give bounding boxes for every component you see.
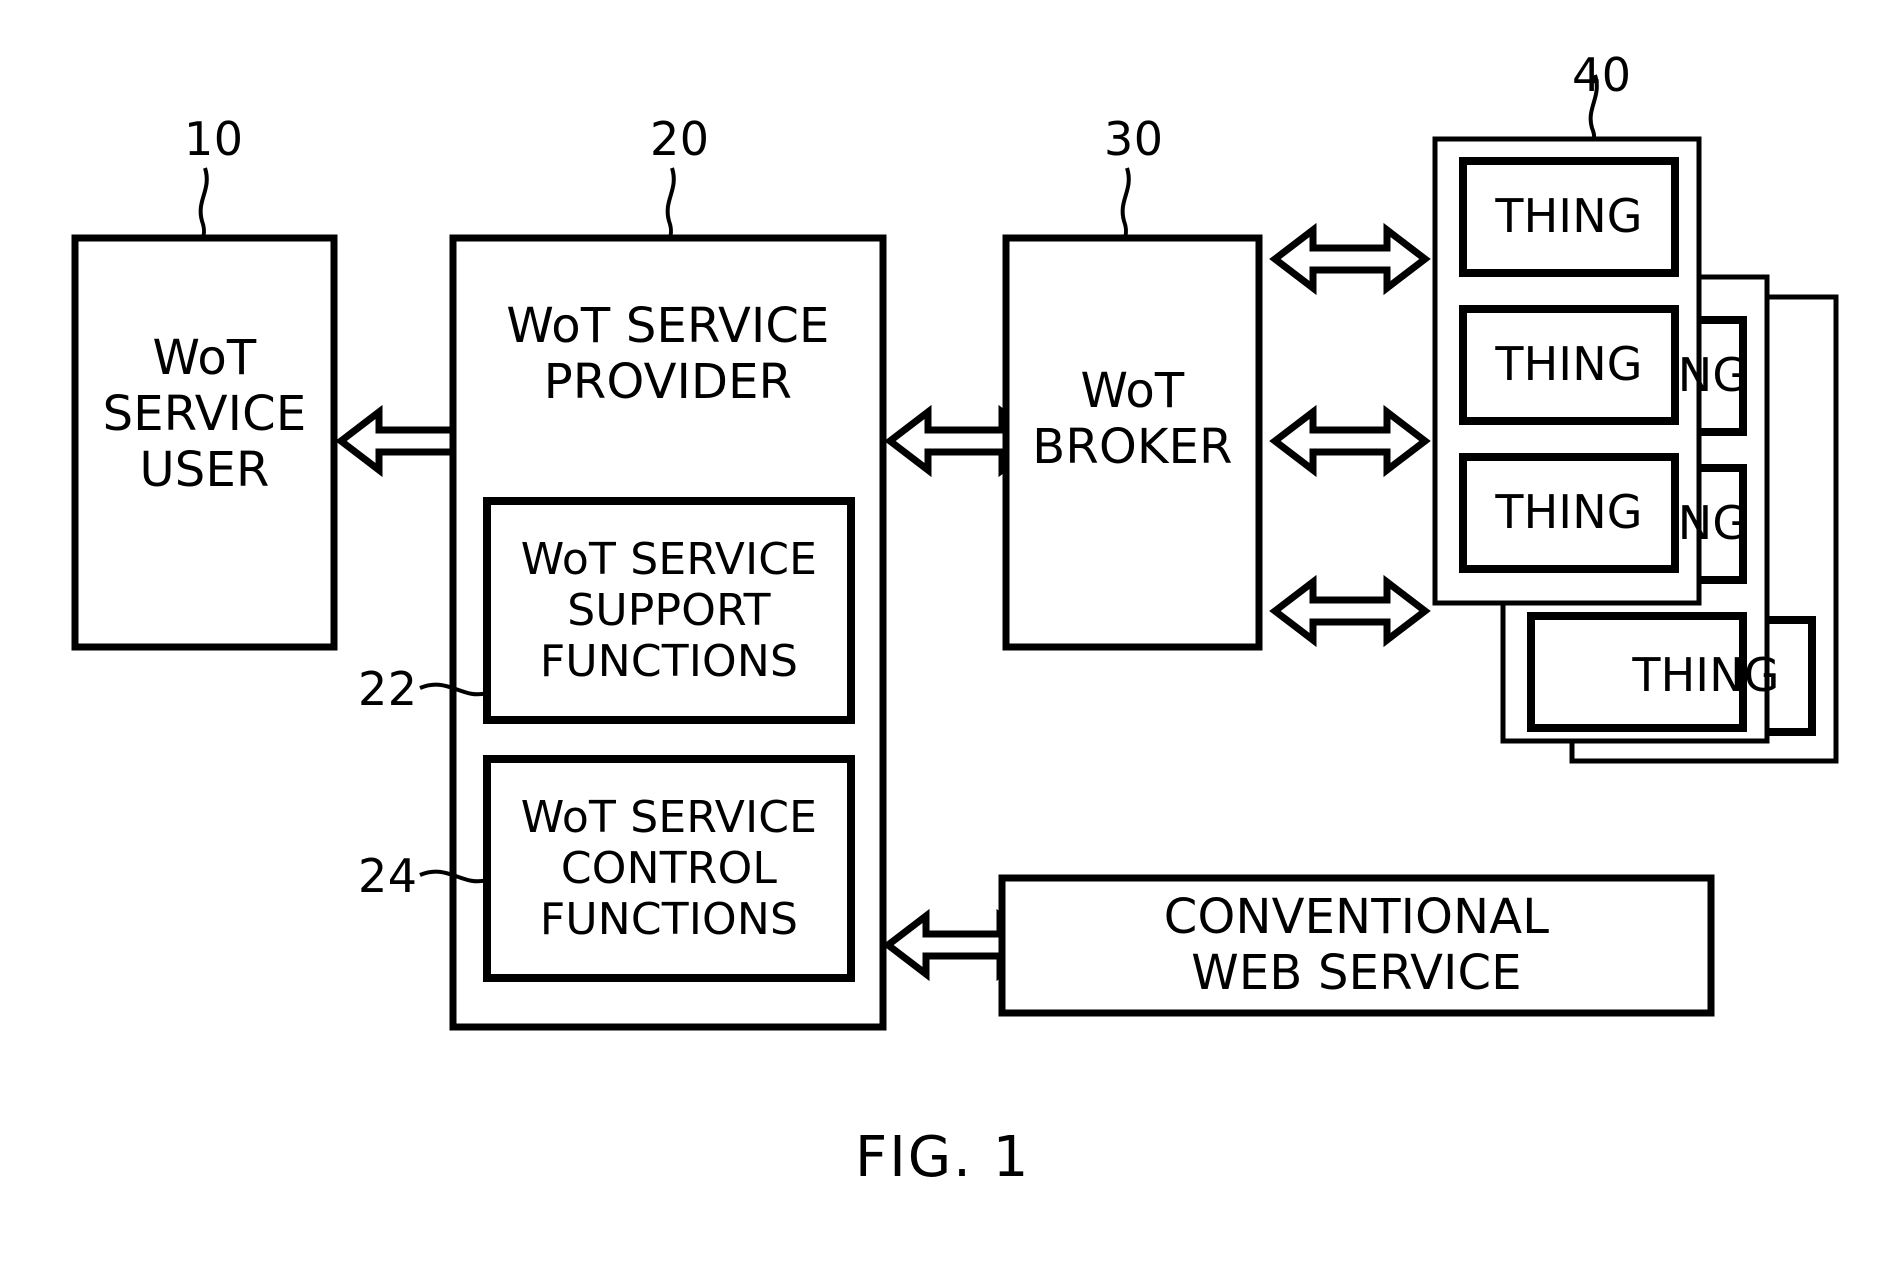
leader-line-10: [198, 167, 209, 239]
ref-numeral-24: 24: [358, 849, 418, 903]
arrow-broker-thing-1: [1275, 230, 1425, 288]
patent-figure: 10 20 22 24 30 40 WoT SERVICE USER WoT S…: [0, 0, 1881, 1274]
thing-layer-middle-item-3: [1527, 612, 1747, 732]
figure-drawing: [71, 74, 1839, 1031]
wot-broker-box: [1002, 234, 1263, 651]
thing-layer-front-item-2: [1459, 305, 1679, 425]
ref-numeral-40: 40: [1572, 48, 1632, 102]
thing-layer-front-item-3: [1459, 453, 1679, 573]
ref-numeral-30: 30: [1104, 112, 1164, 166]
ref-numeral-20: 20: [650, 112, 710, 166]
thing-layer-front-item-1: [1459, 157, 1679, 277]
leader-line-30: [1120, 167, 1131, 239]
conventional-web-service-box: [998, 874, 1715, 1017]
ref-numeral-10: 10: [184, 112, 244, 166]
ref-numeral-22: 22: [358, 662, 418, 716]
wot-service-control-functions-box: [483, 755, 855, 982]
arrow-broker-thing-3: [1275, 582, 1425, 640]
wot-service-user-box: [71, 234, 338, 651]
figure-caption: FIG. 1: [855, 1125, 1031, 1190]
arrow-broker-thing-2: [1275, 412, 1425, 470]
leader-line-20: [665, 167, 676, 239]
wot-service-support-functions-box: [483, 497, 855, 724]
